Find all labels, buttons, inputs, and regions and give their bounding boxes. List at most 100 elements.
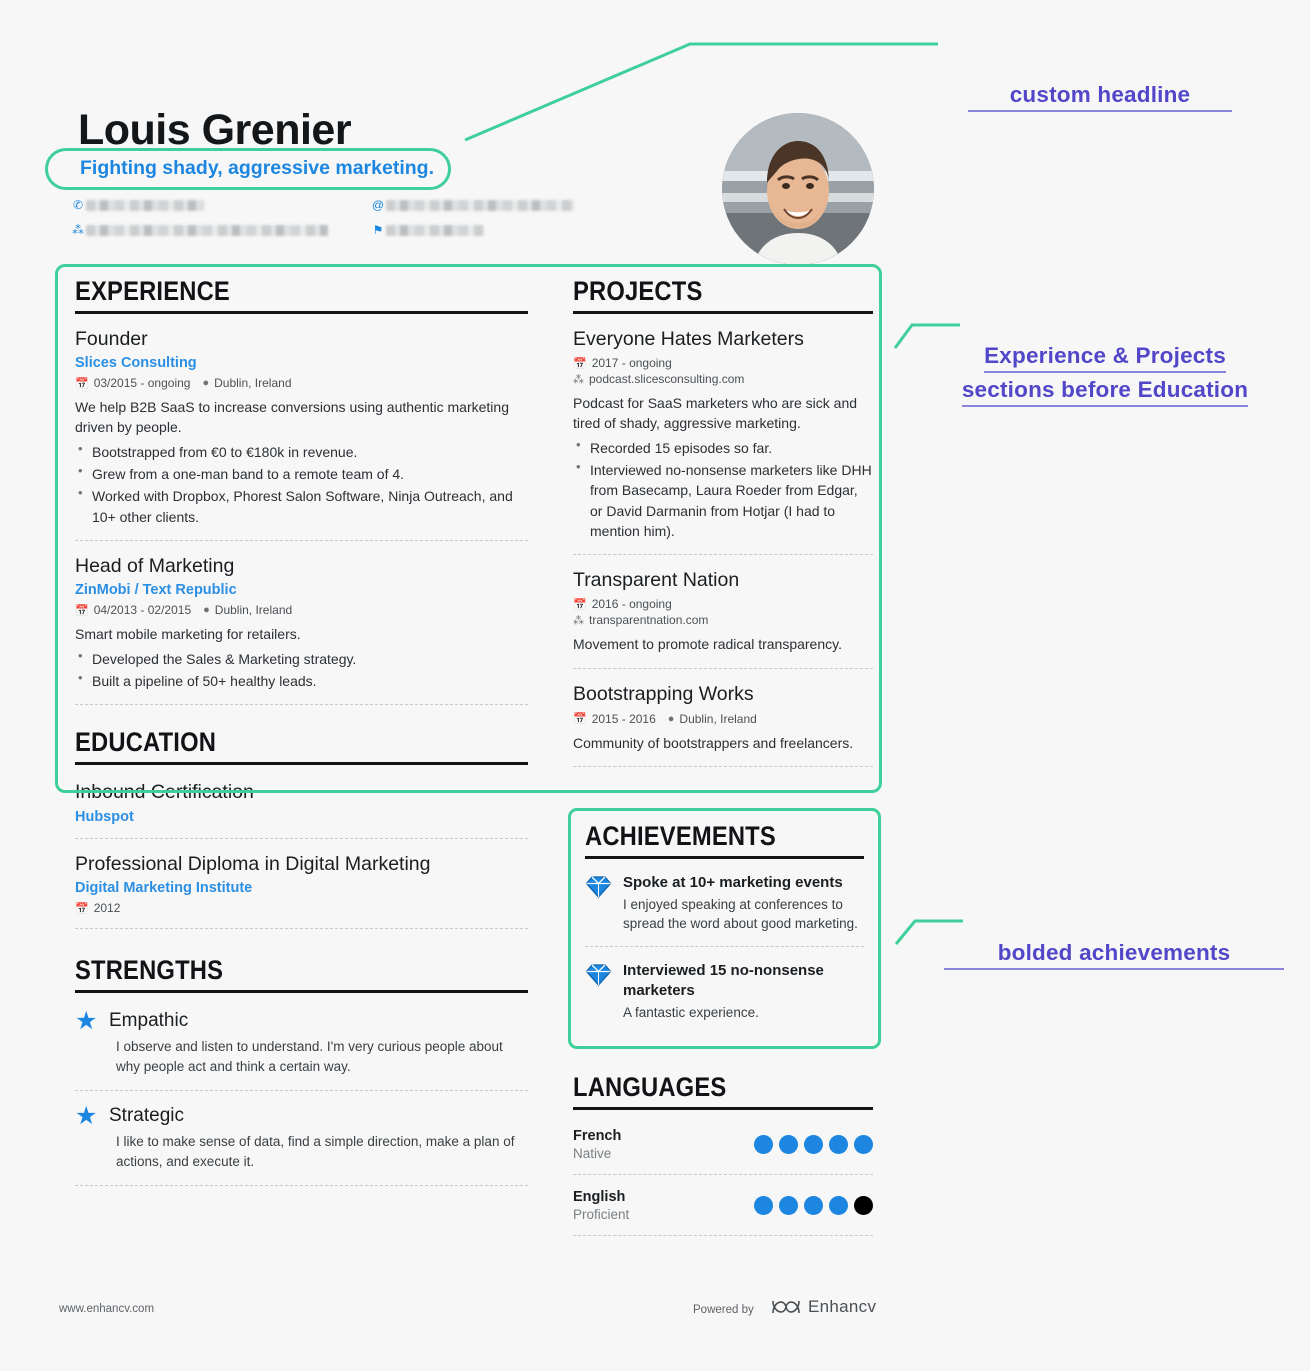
contact-email[interactable]: @ (370, 198, 574, 212)
headline-highlight-box: Fighting shady, aggressive marketing. (45, 148, 451, 190)
entry-description: Movement to promote radical transparency… (573, 636, 842, 653)
strength-header: ★ Empathic (75, 1009, 528, 1034)
company-name[interactable]: Slices Consulting (75, 355, 528, 371)
bullet: Grew from a one-man band to a remote tea… (75, 462, 528, 484)
project-link[interactable]: ⁂ podcast.slicesconsulting.com (573, 372, 861, 386)
company-name[interactable]: ZinMobi / Text Republic (75, 582, 528, 598)
contact-location[interactable]: ⚑ (370, 223, 484, 237)
section-experience: EXPERIENCE Founder Slices Consulting 📅 0… (75, 276, 528, 706)
section-languages: LANGUAGES French Native English Proficie… (573, 1072, 873, 1236)
institution-name[interactable]: Digital Marketing Institute (75, 880, 528, 896)
strength-header: ★ Strategic (75, 1102, 528, 1131)
section-title-languages: LANGUAGES (573, 1072, 727, 1102)
diamond-icon (585, 873, 623, 934)
language-level: Proficient (573, 1207, 630, 1222)
achievement-title: Interviewed 15 no-nonsense marketers (623, 961, 824, 999)
section-projects: PROJECTS Everyone Hates Marketers 📅 2017… (573, 276, 873, 768)
contact-row-1: ✆ @ (70, 198, 630, 212)
rating-dot-filled (779, 1196, 798, 1215)
language-row: English Proficient (573, 1175, 873, 1236)
link-icon: ⁂ (573, 614, 584, 627)
entry-bullets: Recorded 15 episodes so far. Interviewed… (573, 436, 873, 541)
calendar-icon: 📅 (75, 604, 89, 617)
entry-bullets: Developed the Sales & Marketing strategy… (75, 647, 528, 691)
institution-name[interactable]: Hubspot (75, 809, 528, 825)
strength-item: ★ Strategic I like to make sense of data… (75, 1091, 528, 1187)
contact-website[interactable]: ⁂ (70, 223, 370, 237)
section-strengths: STRENGTHS ★ Empathic I observe and liste… (75, 955, 528, 1187)
degree-title: Professional Diploma in Digital Marketin… (75, 852, 431, 875)
language-info: English Proficient (573, 1189, 629, 1222)
job-title: Head of Marketing (75, 554, 235, 577)
entry-meta: 📅 2015 - 2016 ● Dublin, Ireland (573, 712, 873, 726)
contact-location-value-redacted (386, 225, 484, 236)
footer-url[interactable]: www.enhancv.com (59, 1303, 154, 1315)
location: ● Dublin, Ireland (667, 711, 757, 726)
entry-description: Smart mobile marketing for retailers. (75, 626, 301, 643)
headline-text: Fighting shady, aggressive marketing. (80, 157, 434, 179)
annotation-line-2: sections before Education (961, 377, 1249, 407)
footer-brand-name: Enhancv (808, 1297, 877, 1316)
profile-photo-illustration (722, 113, 874, 265)
date-range: 📅 2017 - ongoing (573, 356, 672, 371)
entry-meta: 📅 04/2013 - 02/2015 ● Dublin, Ireland (75, 603, 528, 617)
entry-description: We help B2B SaaS to increase conversions… (75, 399, 509, 436)
location-pin-icon: ● (667, 712, 675, 725)
experience-entry: Founder Slices Consulting 📅 03/2015 - on… (75, 314, 528, 541)
entry-meta: 📅 2017 - ongoing ⁂ podcast.slicesconsult… (573, 356, 873, 386)
achievement-body: Interviewed 15 no-nonsense marketers A f… (623, 961, 864, 1023)
language-info: French Native (573, 1128, 621, 1161)
resume-page: Louis Grenier Fighting shady, aggressive… (0, 0, 1310, 1371)
phone-icon: ✆ (72, 198, 84, 212)
at-icon: @ (371, 198, 385, 212)
date-range: 📅 03/2015 - ongoing (75, 376, 191, 391)
link-icon: ⁂ (573, 373, 584, 386)
entry-meta: 📅 2016 - ongoing ⁂ transparentnation.com (573, 597, 873, 627)
bullet: Developed the Sales & Marketing strategy… (75, 647, 528, 669)
date-range: 📅 2015 - 2016 (573, 711, 656, 726)
achievements-highlight-box: ACHIEVEMENTS Spoke at 10+ marketing even… (568, 808, 881, 1050)
date-range: 📅 04/2013 - 02/2015 (75, 603, 192, 618)
star-icon: ★ (75, 1102, 98, 1131)
bullet: Recorded 15 episodes so far. (573, 436, 873, 458)
language-name: French (573, 1128, 622, 1144)
entry-bullets: Bootstrapped from €0 to €180k in revenue… (75, 440, 528, 527)
education-entry: Professional Diploma in Digital Marketin… (75, 839, 528, 930)
section-title-education: EDUCATION (75, 727, 217, 758)
enhancv-logo-icon (772, 1300, 800, 1314)
rating-dot-filled (829, 1196, 848, 1215)
job-title: Founder (75, 328, 148, 350)
calendar-icon: 📅 (573, 598, 587, 611)
date-range: 📅 2012 (75, 901, 121, 916)
strength-item: ★ Empathic I observe and listen to under… (75, 993, 528, 1092)
location-pin-icon: ● (202, 377, 210, 390)
footer-logo: Enhancv (771, 1297, 876, 1317)
avatar (722, 113, 874, 265)
link-icon: ⁂ (72, 223, 84, 237)
strength-description: I observe and listen to understand. I'm … (116, 1039, 503, 1074)
date-range: 📅 2016 - ongoing (573, 597, 672, 612)
contact-phone-value-redacted (86, 200, 204, 211)
bullet: Built a pipeline of 50+ healthy leads. (75, 669, 528, 691)
project-entry: Bootstrapping Works 📅 2015 - 2016 ● Dubl… (573, 669, 873, 768)
project-entry: Everyone Hates Marketers 📅 2017 - ongoin… (573, 314, 873, 555)
achievement-item: Spoke at 10+ marketing events I enjoyed … (585, 859, 864, 947)
bullet: Bootstrapped from €0 to €180k in revenue… (75, 440, 528, 462)
calendar-icon: 📅 (573, 357, 587, 370)
contact-phone[interactable]: ✆ (70, 198, 370, 212)
rating-dot-empty (854, 1196, 873, 1215)
calendar-icon: 📅 (573, 713, 587, 726)
achievement-item: Interviewed 15 no-nonsense marketers A f… (585, 947, 864, 1035)
section-title-experience: EXPERIENCE (75, 276, 230, 306)
experience-entry: Head of Marketing ZinMobi / Text Republi… (75, 541, 528, 706)
project-link[interactable]: ⁂ transparentnation.com (573, 613, 861, 627)
bullet: Interviewed no-nonsense marketers like D… (573, 458, 873, 541)
language-name: English (573, 1189, 626, 1205)
rating-dot-filled (779, 1135, 798, 1154)
rating-dot-filled (754, 1196, 773, 1215)
rating-dot-filled (754, 1135, 773, 1154)
project-title: Everyone Hates Marketers (573, 328, 804, 350)
calendar-icon: 📅 (75, 902, 89, 915)
annotation-bolded-achievements: bolded achievements (944, 940, 1284, 970)
location: ● Dublin, Ireland (203, 603, 293, 618)
